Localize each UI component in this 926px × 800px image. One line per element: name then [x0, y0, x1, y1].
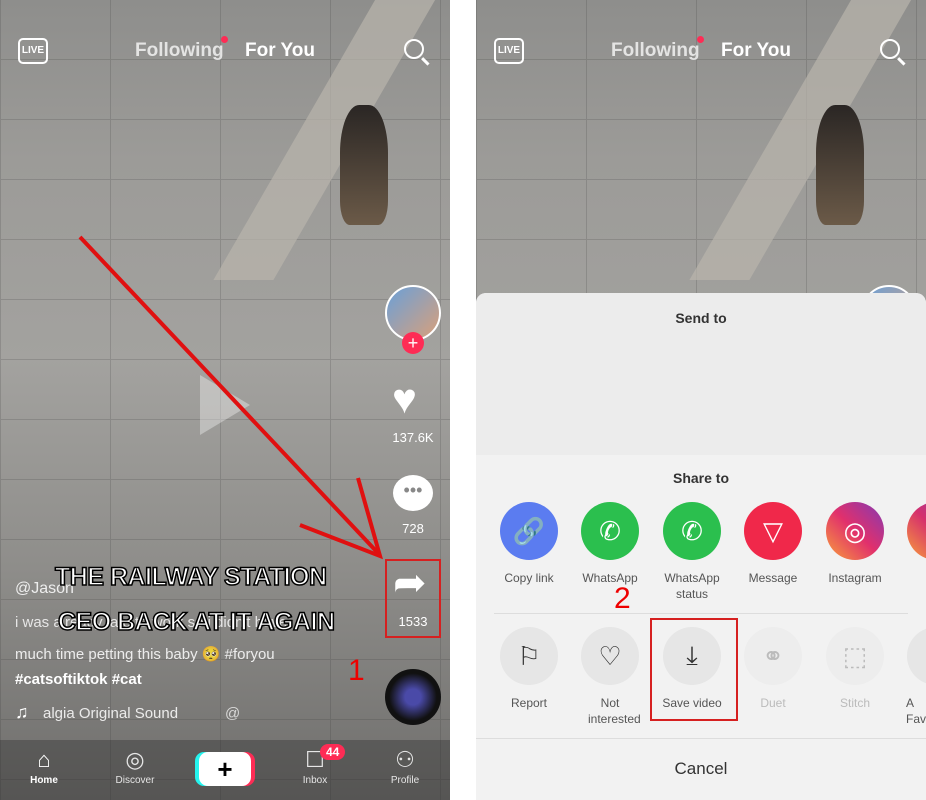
nav-label: Profile: [390, 775, 420, 786]
instagram-icon[interactable]: ◎: [826, 502, 884, 560]
action-not-interested[interactable]: Not interested: [570, 695, 650, 727]
link-icon[interactable]: 🔗: [500, 502, 558, 560]
sound-name[interactable]: algia Original Sound: [43, 705, 178, 722]
cat-video: [816, 105, 864, 225]
action-duet: Duet: [760, 696, 786, 710]
nav-label: Inbox: [302, 775, 328, 786]
inbox-badge: 44: [320, 744, 346, 760]
share-sheet: Send to Share to 🔗 Copy link ✆ WhatsApp …: [476, 293, 926, 800]
share-whatsapp[interactable]: WhatsApp: [570, 570, 650, 586]
action-report[interactable]: Report: [489, 695, 569, 711]
duet-icon: ⚭: [744, 627, 802, 685]
share-instagram[interactable]: Instagram: [815, 570, 895, 586]
nav-profile[interactable]: ⚇ Profile: [370, 745, 440, 786]
stories-icon[interactable]: [907, 502, 926, 560]
flag-icon[interactable]: ⚐: [500, 627, 558, 685]
overlay-text-1: THE RAILWAY STATION: [54, 562, 328, 592]
sound-author: @: [225, 705, 241, 722]
nav-label: Discover: [115, 775, 155, 786]
tab-for-you[interactable]: For You: [721, 40, 791, 62]
stitch-icon: ⬚: [826, 627, 884, 685]
send-icon[interactable]: ▽: [744, 502, 802, 560]
share-to-title: Share to: [672, 470, 729, 486]
step-2-label: 2: [614, 582, 631, 615]
tab-following[interactable]: Following: [611, 40, 700, 62]
create-plus-icon[interactable]: +: [199, 752, 251, 786]
divider: [494, 613, 908, 614]
step-1-label: 1: [348, 654, 365, 687]
music-note-icon: ♫: [15, 702, 29, 722]
compass-icon: ◎: [125, 747, 145, 772]
action-stitch: Stitch: [839, 696, 870, 710]
share-stories[interactable]: St: [896, 570, 926, 586]
home-icon: ⌂: [37, 747, 51, 772]
share-copy-link[interactable]: Copy link: [489, 570, 569, 586]
new-dot: [697, 36, 704, 43]
video-screen-left: LIVE Following For You + ♥ 137.6K ••• 72…: [0, 0, 450, 800]
nav-label: Home: [30, 775, 58, 786]
share-message[interactable]: Message: [733, 570, 813, 586]
cancel-button[interactable]: Cancel: [476, 739, 926, 800]
nav-home[interactable]: ⌂ Home: [9, 745, 79, 786]
nav-discover[interactable]: ◎ Discover: [100, 745, 170, 786]
overlay-text-2: CEO BACK AT IT AGAIN: [57, 607, 336, 637]
favorite-icon[interactable]: [907, 627, 926, 685]
whatsapp-status-icon[interactable]: ✆: [663, 502, 721, 560]
highlight-save-box: [650, 618, 738, 721]
profile-icon: ⚇: [395, 747, 415, 772]
caption-line-2: much time petting this baby 🥺 #foryou: [15, 646, 275, 663]
whatsapp-icon[interactable]: ✆: [581, 502, 639, 560]
live-icon[interactable]: LIVE: [494, 38, 524, 64]
music-disc[interactable]: [385, 669, 441, 725]
send-to-title: Send to: [675, 310, 727, 326]
caption-hashtags[interactable]: #catsoftiktok #cat: [15, 671, 142, 688]
search-icon[interactable]: [880, 39, 900, 59]
broken-heart-icon[interactable]: ♡: [581, 627, 639, 685]
share-whatsapp-status[interactable]: WhatsApp status: [652, 570, 732, 602]
action-add-favorites[interactable]: A Fav: [906, 695, 926, 727]
